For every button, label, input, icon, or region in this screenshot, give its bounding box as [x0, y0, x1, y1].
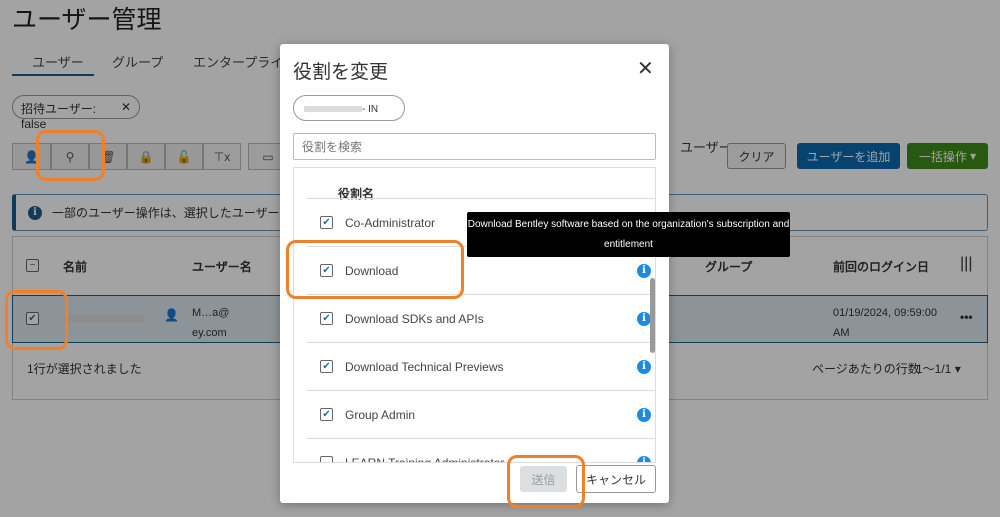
info-icon[interactable]: i — [637, 455, 651, 462]
info-icon[interactable]: i — [637, 263, 651, 278]
role-search-input[interactable] — [293, 133, 656, 160]
cancel-button[interactable]: キャンセル — [576, 465, 656, 493]
role-row[interactable]: ✔ Download Technical Previews i — [307, 342, 655, 390]
role-description-tooltip: Download Bentley software based on the o… — [467, 212, 790, 257]
role-checkbox[interactable]: ✔ — [320, 360, 333, 373]
role-checkbox[interactable]: ✔ — [320, 216, 333, 229]
user-chip: - IN — [293, 95, 405, 121]
scrollbar[interactable] — [650, 278, 655, 353]
role-checkbox[interactable]: ✔ — [320, 408, 333, 421]
role-checkbox[interactable] — [320, 456, 333, 462]
info-icon[interactable]: i — [637, 407, 651, 422]
highlight-annotation — [5, 290, 68, 350]
highlight-annotation — [507, 455, 585, 508]
info-icon[interactable]: i — [637, 359, 651, 374]
close-icon[interactable]: ✕ — [637, 56, 654, 81]
role-checkbox[interactable]: ✔ — [320, 312, 333, 325]
role-name: Group Admin — [345, 407, 416, 422]
role-name: Download Technical Previews — [345, 359, 504, 374]
highlight-annotation — [36, 130, 105, 181]
role-row[interactable]: ✔ Download SDKs and APIs i — [307, 294, 655, 342]
role-name: LEARN Training Administrator — [345, 455, 505, 463]
role-row[interactable]: LEARN Training Administrator i — [307, 438, 655, 463]
role-name: Co-Administrator — [345, 215, 436, 230]
role-row[interactable]: ✔ Group Admin i — [307, 390, 655, 438]
highlight-annotation — [286, 240, 464, 299]
dialog-title: 役割を変更 — [293, 62, 389, 83]
info-icon[interactable]: i — [637, 311, 651, 326]
role-name: Download SDKs and APIs — [345, 311, 484, 326]
